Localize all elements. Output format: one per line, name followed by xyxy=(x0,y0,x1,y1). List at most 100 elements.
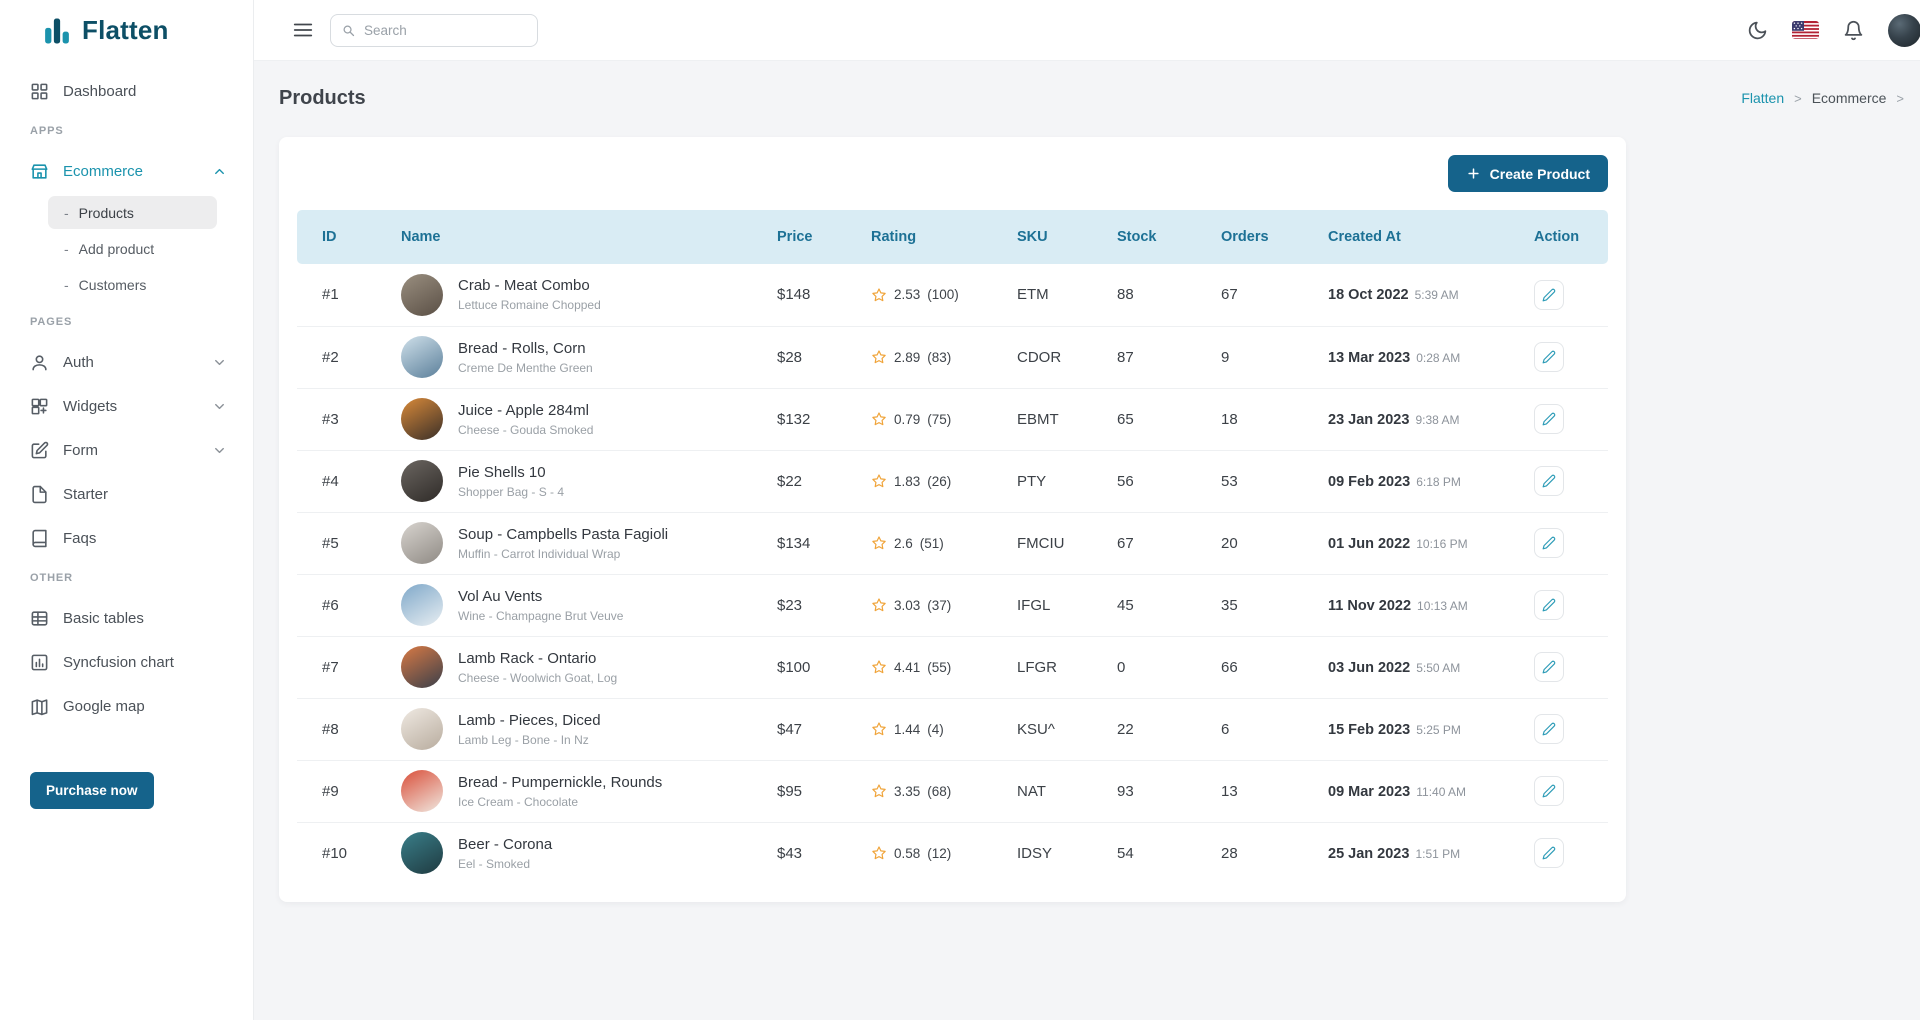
product-id-cell: #6 xyxy=(297,574,389,636)
product-created-time: 11:40 AM xyxy=(1416,785,1466,799)
product-name: Bread - Pumpernickle, Rounds xyxy=(458,774,662,791)
product-id: #9 xyxy=(322,783,339,800)
product-price-cell: $43 xyxy=(765,822,859,884)
product-orders: 6 xyxy=(1221,721,1229,738)
sidebar-item-ecommerce[interactable]: Ecommerce xyxy=(0,149,253,193)
product-action-cell xyxy=(1522,450,1608,512)
sidebar-item-label: Auth xyxy=(63,354,94,371)
sidebar-item-form[interactable]: Form xyxy=(0,428,253,472)
product-sku: NAT xyxy=(1017,783,1046,800)
product-rating-count: (55) xyxy=(927,660,951,675)
product-price-cell: $100 xyxy=(765,636,859,698)
product-created-date: 11 Nov 2022 xyxy=(1328,598,1411,614)
breadcrumb-separator: > xyxy=(1896,91,1904,106)
us-flag-icon[interactable] xyxy=(1792,21,1819,39)
product-stock-cell: 93 xyxy=(1105,760,1209,822)
product-orders-cell: 18 xyxy=(1209,388,1316,450)
product-price: $47 xyxy=(777,721,802,738)
product-rating-cell: 1.83 (26) xyxy=(859,450,1005,512)
edit-product-button[interactable] xyxy=(1534,528,1564,558)
product-action-cell xyxy=(1522,760,1608,822)
edit-product-button[interactable] xyxy=(1534,652,1564,682)
product-price-cell: $23 xyxy=(765,574,859,636)
product-stock: 56 xyxy=(1117,473,1134,490)
edit-product-button[interactable] xyxy=(1534,404,1564,434)
product-stock: 65 xyxy=(1117,411,1134,428)
product-orders: 35 xyxy=(1221,597,1238,614)
sidebar-item-syncfusion-chart[interactable]: Syncfusion chart xyxy=(0,640,253,684)
dark-mode-moon-icon[interactable] xyxy=(1747,20,1768,41)
sidebar-subitem-add-product[interactable]: - Add product xyxy=(48,232,217,265)
product-id-cell: #10 xyxy=(297,822,389,884)
edit-product-button[interactable] xyxy=(1534,342,1564,372)
product-sku: FMCIU xyxy=(1017,535,1065,552)
product-stock: 54 xyxy=(1117,845,1134,862)
product-sku-cell: IDSY xyxy=(1005,822,1105,884)
sidebar-item-google-map[interactable]: Google map xyxy=(0,684,253,728)
sidebar-item-widgets[interactable]: Widgets xyxy=(0,384,253,428)
product-id: #1 xyxy=(322,286,339,303)
product-orders-cell: 66 xyxy=(1209,636,1316,698)
notifications-bell-icon[interactable] xyxy=(1843,20,1864,41)
table-row: #4 Pie Shells 10 Shopper Bag - S - 4 $22… xyxy=(297,450,1608,512)
product-action-cell xyxy=(1522,698,1608,760)
sidebar-item-starter[interactable]: Starter xyxy=(0,472,253,516)
edit-product-button[interactable] xyxy=(1534,776,1564,806)
brand-logo-icon xyxy=(42,16,72,46)
breadcrumb-item-flatten[interactable]: Flatten xyxy=(1741,90,1784,106)
product-rating-cell: 2.89 (83) xyxy=(859,326,1005,388)
sidebar-item-auth[interactable]: Auth xyxy=(0,340,253,384)
map-icon xyxy=(30,697,49,716)
create-product-button[interactable]: Create Product xyxy=(1448,155,1608,192)
product-sku: KSU^ xyxy=(1017,721,1055,738)
breadcrumb-item-ecommerce[interactable]: Ecommerce xyxy=(1812,90,1887,106)
purchase-now-button[interactable]: Purchase now xyxy=(30,772,154,809)
sidebar-subitem-customers[interactable]: - Customers xyxy=(48,268,217,301)
user-avatar[interactable] xyxy=(1888,14,1920,47)
sidebar-item-dashboard[interactable]: Dashboard xyxy=(0,69,253,113)
product-sku-cell: FMCIU xyxy=(1005,512,1105,574)
brand-logo[interactable]: Flatten xyxy=(0,0,253,61)
column-header-action: Action xyxy=(1522,210,1608,264)
product-id-cell: #4 xyxy=(297,450,389,512)
sidebar-section-pages: PAGES xyxy=(0,304,253,340)
sidebar-nav: Dashboard APPS Ecommerce - Products - Ad… xyxy=(0,61,253,809)
product-rating-cell: 0.79 (75) xyxy=(859,388,1005,450)
storefront-icon xyxy=(30,162,49,181)
product-thumbnail xyxy=(401,708,443,750)
sidebar-item-label: Basic tables xyxy=(63,610,144,627)
product-name: Bread - Rolls, Corn xyxy=(458,340,593,357)
product-rating-cell: 2.6 (51) xyxy=(859,512,1005,574)
product-action-cell xyxy=(1522,512,1608,574)
edit-product-button[interactable] xyxy=(1534,280,1564,310)
edit-product-button[interactable] xyxy=(1534,714,1564,744)
sidebar-item-label: Ecommerce xyxy=(63,163,143,180)
product-price-cell: $148 xyxy=(765,264,859,326)
product-created-cell: 11 Nov 202210:13 AM xyxy=(1316,574,1522,636)
edit-product-button[interactable] xyxy=(1534,838,1564,868)
product-orders: 18 xyxy=(1221,411,1238,428)
product-subtitle: Shopper Bag - S - 4 xyxy=(458,485,564,499)
sidebar-subitem-label: Add product xyxy=(79,241,155,257)
edit-product-button[interactable] xyxy=(1534,590,1564,620)
product-created-date: 01 Jun 2022 xyxy=(1328,536,1410,552)
sidebar-subitem-label: Products xyxy=(79,205,134,221)
edit-product-button[interactable] xyxy=(1534,466,1564,496)
product-sku: CDOR xyxy=(1017,349,1061,366)
product-name-cell: Crab - Meat Combo Lettuce Romaine Choppe… xyxy=(389,264,765,326)
product-orders-cell: 20 xyxy=(1209,512,1316,574)
product-name: Lamb Rack - Ontario xyxy=(458,650,617,667)
product-name-cell: Pie Shells 10 Shopper Bag - S - 4 xyxy=(389,450,765,512)
search-input[interactable] xyxy=(364,23,527,38)
product-rating: 2.89 xyxy=(894,350,920,365)
sidebar-item-basic-tables[interactable]: Basic tables xyxy=(0,596,253,640)
sidebar-item-faqs[interactable]: Faqs xyxy=(0,516,253,560)
product-price-cell: $28 xyxy=(765,326,859,388)
product-stock: 67 xyxy=(1117,535,1134,552)
product-sku: ETM xyxy=(1017,286,1049,303)
product-orders: 53 xyxy=(1221,473,1238,490)
sidebar-subitem-products[interactable]: - Products xyxy=(48,196,217,229)
product-orders-cell: 67 xyxy=(1209,264,1316,326)
product-created-date: 13 Mar 2023 xyxy=(1328,350,1410,366)
menu-icon[interactable] xyxy=(292,19,314,41)
